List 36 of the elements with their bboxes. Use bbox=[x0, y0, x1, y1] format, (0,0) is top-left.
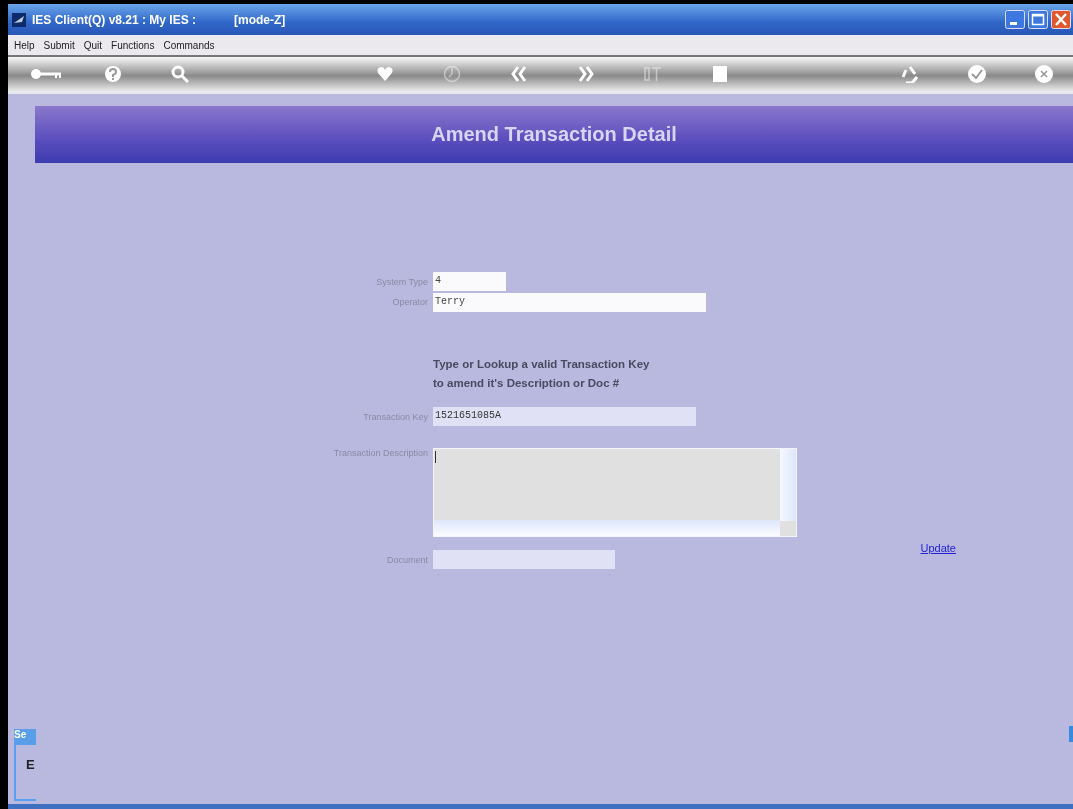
help-icon[interactable] bbox=[103, 65, 122, 83]
close-icon[interactable] bbox=[1051, 10, 1071, 29]
heart-icon[interactable] bbox=[375, 65, 394, 83]
field-label: Transaction Description bbox=[332, 448, 428, 458]
field-label: Transaction Key bbox=[362, 411, 428, 422]
square-icon[interactable] bbox=[711, 65, 728, 83]
input-field[interactable]: 1521651085A bbox=[433, 407, 696, 426]
instruction-text: Type or Lookup a valid Transaction Key bbox=[433, 358, 651, 370]
field-label: System Type bbox=[375, 276, 428, 287]
text-cursor bbox=[435, 451, 436, 463]
search-icon[interactable] bbox=[170, 65, 189, 83]
maximize-icon[interactable] bbox=[1028, 10, 1048, 29]
field-label: Operator bbox=[391, 296, 428, 307]
window-title: IES Client(Q) v8.21 : My IES : bbox=[32, 12, 197, 27]
close-icon[interactable] bbox=[1033, 65, 1054, 83]
field-label: Document bbox=[385, 554, 428, 565]
menu-item[interactable]: Submit bbox=[43, 39, 75, 51]
panel-text: E bbox=[26, 757, 35, 772]
input-field[interactable]: Terry bbox=[433, 293, 706, 312]
menu-item[interactable]: Quit bbox=[83, 39, 103, 51]
double-left-icon[interactable] bbox=[510, 65, 527, 83]
menu-item[interactable]: Functions bbox=[111, 39, 155, 51]
window-mode: [mode-Z] bbox=[234, 12, 286, 27]
input-field[interactable] bbox=[433, 550, 615, 569]
menu-item[interactable]: Commands bbox=[163, 39, 215, 51]
vertical-scrollbar[interactable] bbox=[780, 449, 796, 521]
menu-item[interactable]: Help bbox=[14, 39, 35, 51]
update-link[interactable]: Update bbox=[920, 542, 956, 554]
page-title: Amend Transaction Detail bbox=[431, 123, 677, 146]
double-right-icon[interactable] bbox=[577, 65, 594, 83]
input-field[interactable]: 4 bbox=[433, 272, 506, 291]
instruction-text: to amend it's Description or Doc # bbox=[433, 377, 621, 389]
check-icon[interactable] bbox=[966, 65, 987, 83]
horizontal-scrollbar[interactable] bbox=[434, 520, 780, 536]
minimize-icon[interactable] bbox=[1005, 10, 1025, 29]
app-icon bbox=[12, 12, 26, 27]
